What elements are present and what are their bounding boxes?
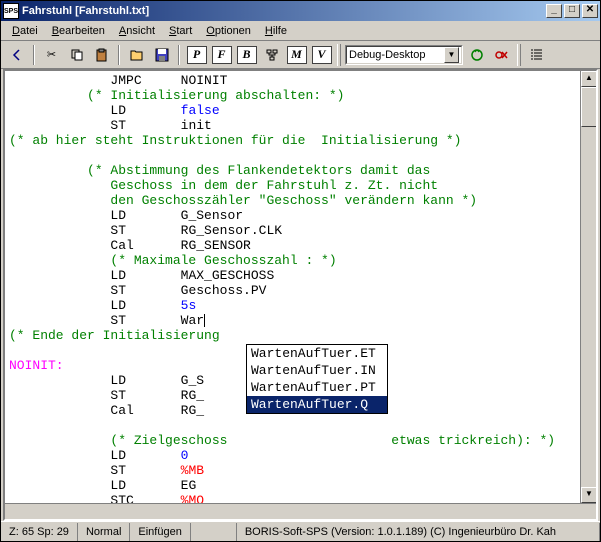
menu-optionen-label: ptionen	[215, 25, 251, 37]
menu-start[interactable]: Start	[162, 23, 199, 39]
back-button[interactable]	[5, 44, 28, 66]
paste-button[interactable]	[90, 44, 113, 66]
statusbar: Z: 65 Sp: 29 Normal Einfügen BORIS-Soft-…	[1, 521, 600, 541]
autocomplete-popup: WartenAufTuer.ETWartenAufTuer.INWartenAu…	[246, 344, 388, 414]
code-editor[interactable]: JMPC NOINIT (* Initialisierung abschalte…	[3, 69, 598, 521]
vertical-scrollbar[interactable]: ▲ ▼	[580, 71, 596, 503]
config-combo[interactable]: Debug-Desktop ▼	[345, 45, 463, 65]
menu-bearbeiten-label: earbeiten	[59, 25, 105, 37]
tool-p-button[interactable]: P	[185, 44, 208, 66]
menu-hilfe[interactable]: Hilfe	[258, 23, 294, 39]
tool-m-button[interactable]: M	[285, 44, 308, 66]
scroll-thumb[interactable]	[581, 87, 597, 127]
close-button[interactable]: ✕	[582, 4, 598, 18]
autocomplete-item[interactable]: WartenAufTuer.IN	[247, 362, 387, 379]
run-button[interactable]	[465, 44, 488, 66]
autocomplete-item[interactable]: WartenAufTuer.ET	[247, 345, 387, 362]
list-button[interactable]	[525, 44, 548, 66]
scroll-down-button[interactable]: ▼	[581, 487, 597, 503]
tool-baum-button[interactable]	[260, 44, 283, 66]
copy-button[interactable]	[65, 44, 88, 66]
window-title: Fahrstuhl [Fahrstuhl.txt]	[22, 5, 544, 17]
tool-f-button[interactable]: F	[210, 44, 233, 66]
menu-bearbeiten[interactable]: Bearbeiten	[45, 23, 112, 39]
toolbar: ✂ P F B M V Debug-Desktop ▼	[1, 41, 600, 69]
menu-ansicht-label: nsicht	[126, 25, 155, 37]
menubar: Datei Bearbeiten Ansicht Start Optionen …	[1, 21, 600, 41]
open-button[interactable]	[125, 44, 148, 66]
horizontal-scrollbar[interactable]	[5, 503, 596, 519]
menu-hilfe-label: ilfe	[273, 25, 287, 37]
status-position: Z: 65 Sp: 29	[1, 523, 78, 541]
tool-v-button[interactable]: V	[310, 44, 333, 66]
status-version: BORIS-Soft-SPS (Version: 1.0.1.189) (C) …	[237, 523, 600, 541]
save-button[interactable]	[150, 44, 173, 66]
status-mode: Normal	[78, 523, 130, 541]
scroll-up-button[interactable]: ▲	[581, 71, 597, 87]
status-insert: Einfügen	[130, 523, 190, 541]
menu-start-label: tart	[176, 25, 192, 37]
cut-button[interactable]: ✂	[40, 44, 63, 66]
maximize-button[interactable]: □	[564, 4, 580, 18]
autocomplete-item[interactable]: WartenAufTuer.PT	[247, 379, 387, 396]
autocomplete-item[interactable]: WartenAufTuer.Q	[247, 396, 387, 413]
menu-optionen[interactable]: Optionen	[199, 23, 258, 39]
minimize-button[interactable]: _	[546, 4, 562, 18]
titlebar[interactable]: SPS Fahrstuhl [Fahrstuhl.txt] _ □ ✕	[1, 1, 600, 21]
status-empty	[191, 523, 237, 541]
app-icon: SPS	[3, 3, 19, 19]
menu-datei[interactable]: Datei	[5, 23, 45, 39]
stop-button[interactable]	[490, 44, 513, 66]
menu-ansicht[interactable]: Ansicht	[112, 23, 162, 39]
tool-b-button[interactable]: B	[235, 44, 258, 66]
menu-datei-label: atei	[20, 25, 38, 37]
config-combo-value: Debug-Desktop	[349, 49, 425, 61]
combo-dropdown-icon[interactable]: ▼	[444, 47, 459, 63]
